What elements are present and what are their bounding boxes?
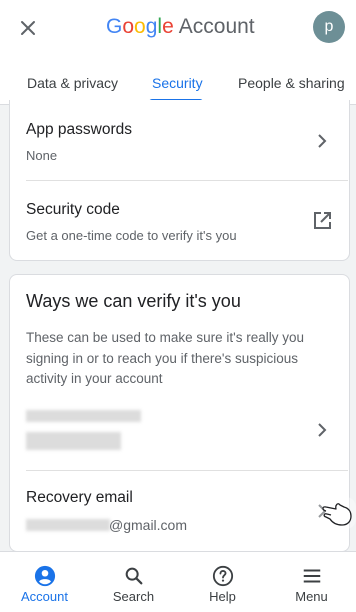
google-wordmark: Google xyxy=(106,15,174,38)
app-passwords-value: None xyxy=(26,148,58,163)
open-in-new-icon xyxy=(310,209,334,233)
redacted-phone xyxy=(26,432,121,450)
security-code-title: Security code xyxy=(26,201,120,218)
help-icon xyxy=(211,564,235,588)
security-card: App passwords None Security code Get a o… xyxy=(9,100,350,261)
search-icon xyxy=(122,564,146,588)
nav-menu[interactable]: Menu xyxy=(267,552,356,612)
account-circle-icon xyxy=(33,564,57,588)
app-passwords-row[interactable]: App passwords None xyxy=(10,100,349,180)
close-button[interactable] xyxy=(14,14,42,42)
security-code-row[interactable]: Security code Get a one-time code to ver… xyxy=(10,181,349,260)
redacted-title xyxy=(26,410,141,422)
avatar[interactable]: p xyxy=(313,11,345,43)
nav-search-label: Search xyxy=(112,589,155,604)
redacted-email-user xyxy=(26,519,110,531)
chevron-right-icon xyxy=(310,129,334,153)
nav-help-label: Help xyxy=(209,589,236,604)
section-description: These can be used to make sure it's real… xyxy=(26,330,304,386)
brand-title: Account xyxy=(178,15,255,38)
recovery-email-title: Recovery email xyxy=(26,489,133,506)
nav-menu-label: Menu xyxy=(295,589,328,604)
nav-account-label: Account xyxy=(21,589,68,604)
recovery-phone-row[interactable] xyxy=(10,393,349,470)
top-app-bar: Google Account p xyxy=(0,0,356,56)
touch-pointer-icon xyxy=(318,497,356,529)
nav-search[interactable]: Search xyxy=(89,552,178,612)
tab-bar: Data & privacy Security People & sharing xyxy=(0,56,356,105)
chevron-right-icon xyxy=(310,418,334,442)
recovery-email-row[interactable]: Recovery email @gmail.com xyxy=(10,471,349,551)
tab-security[interactable]: Security xyxy=(152,56,203,104)
nav-account[interactable]: Account xyxy=(0,552,89,612)
avatar-letter: p xyxy=(324,18,334,35)
recovery-email-value: @gmail.com xyxy=(109,517,188,533)
nav-help[interactable]: Help xyxy=(178,552,267,612)
menu-icon xyxy=(300,564,324,588)
google-account-logo: Google Account xyxy=(106,15,255,43)
close-icon xyxy=(21,21,35,35)
bottom-navigation: Account Search Help Menu xyxy=(0,551,356,612)
tab-data-privacy[interactable]: Data & privacy xyxy=(27,56,118,104)
section-title: Ways we can verify it's you xyxy=(26,291,241,311)
security-code-desc: Get a one-time code to verify it's you xyxy=(26,228,237,243)
tab-people-sharing[interactable]: People & sharing xyxy=(238,56,345,104)
verify-card: Ways we can verify it's you These can be… xyxy=(9,274,350,552)
app-passwords-title: App passwords xyxy=(26,121,132,138)
